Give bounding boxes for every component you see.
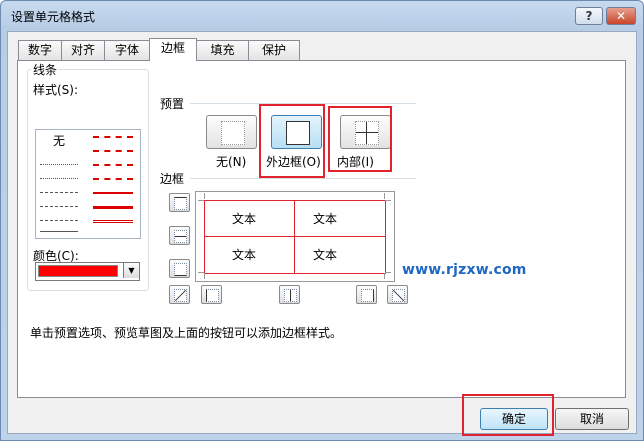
highlight-ok-button: [462, 394, 554, 436]
border-diagonal-down-button[interactable]: [387, 285, 408, 304]
preview-inner-vertical: [294, 200, 295, 274]
preview-cell-text: 文本: [232, 212, 257, 226]
border-middle-vertical-button[interactable]: [279, 285, 300, 304]
line-style-thin[interactable]: [40, 231, 78, 232]
preview-cell-text: 文本: [313, 248, 338, 262]
border-tab-page: 线条 样式(S): 无 颜色(C): ▼ 预置 无(N) 外边框(O) 内部(I…: [17, 60, 626, 398]
line-style-medium-dashed[interactable]: [93, 178, 133, 180]
preset-none-button[interactable]: [206, 115, 257, 149]
tab-protection[interactable]: 保护: [248, 40, 300, 60]
border-group-label: 边框: [158, 170, 187, 187]
line-color-select[interactable]: ▼: [35, 262, 140, 281]
border-left-icon: [206, 289, 219, 302]
style-label: 样式(S):: [33, 83, 79, 97]
cancel-button[interactable]: 取消: [555, 408, 629, 430]
diagonal-up-icon: [174, 289, 187, 302]
border-diagonal-up-button[interactable]: [169, 285, 190, 304]
line-style-medium-dash-dot[interactable]: [93, 164, 133, 166]
line-group-label: 线条: [31, 61, 60, 78]
line-style-medium-dash-dot-dot[interactable]: [93, 136, 133, 138]
border-none-icon: [221, 121, 245, 145]
border-separator: [190, 178, 416, 179]
preset-none-label: 无(N): [216, 155, 247, 169]
title-bar[interactable]: 设置单元格格式 ? ✕: [1, 1, 643, 29]
chevron-down-icon[interactable]: ▼: [123, 263, 139, 278]
line-style-dash-dot-dot[interactable]: [40, 192, 78, 193]
tab-fill[interactable]: 填充: [196, 40, 249, 60]
line-style-dashed[interactable]: [40, 220, 78, 221]
border-right-button[interactable]: [356, 285, 377, 304]
diagonal-down-icon: [392, 289, 405, 302]
tab-font[interactable]: 字体: [104, 40, 150, 60]
color-swatch: [38, 265, 118, 277]
border-right-icon: [361, 289, 374, 302]
help-button[interactable]: ?: [575, 7, 603, 25]
border-preview[interactable]: 文本 文本 文本 文本: [195, 191, 395, 282]
line-style-list[interactable]: 无: [35, 129, 141, 239]
preview-cell-text: 文本: [313, 212, 338, 226]
preview-inner-horizontal: [204, 236, 386, 237]
border-bottom-button[interactable]: [169, 259, 190, 278]
line-style-dash-dot[interactable]: [40, 206, 78, 207]
border-top-icon: [174, 197, 187, 210]
line-style-double[interactable]: [93, 220, 133, 223]
hint-text: 单击预置选项、预览草图及上面的按钮可以添加边框样式。: [30, 326, 343, 340]
format-cells-dialog: 设置单元格格式 ? ✕ 数字 对齐 字体 边框 填充 保护 线条 样式(S): …: [0, 0, 644, 441]
border-left-button[interactable]: [201, 285, 222, 304]
line-style-slant-dash-dot[interactable]: [93, 150, 133, 152]
border-top-button[interactable]: [169, 193, 190, 212]
highlight-inside-preset: [328, 106, 392, 172]
line-style-dotted[interactable]: [40, 178, 78, 179]
dialog-title: 设置单元格格式: [11, 10, 96, 24]
preview-cell-text: 文本: [232, 248, 257, 262]
line-style-thick[interactable]: [93, 206, 133, 209]
border-bottom-icon: [174, 263, 187, 276]
border-middle-horizontal-button[interactable]: [169, 226, 190, 245]
presets-group-label: 预置: [158, 95, 187, 112]
dialog-client-area: 数字 对齐 字体 边框 填充 保护 线条 样式(S): 无 颜色(C): ▼ 预…: [7, 31, 637, 436]
close-button[interactable]: ✕: [606, 7, 636, 25]
tab-border[interactable]: 边框: [149, 38, 197, 61]
line-style-none[interactable]: 无: [53, 132, 65, 149]
border-horizontal-icon: [174, 230, 187, 243]
border-vertical-icon: [284, 289, 297, 302]
line-style-hair[interactable]: [40, 164, 78, 165]
watermark-text: www.rjzxw.com: [402, 262, 527, 278]
tab-alignment[interactable]: 对齐: [61, 40, 105, 60]
line-style-medium[interactable]: [93, 192, 133, 194]
tab-number[interactable]: 数字: [18, 40, 62, 60]
highlight-outline-preset: [259, 104, 325, 178]
